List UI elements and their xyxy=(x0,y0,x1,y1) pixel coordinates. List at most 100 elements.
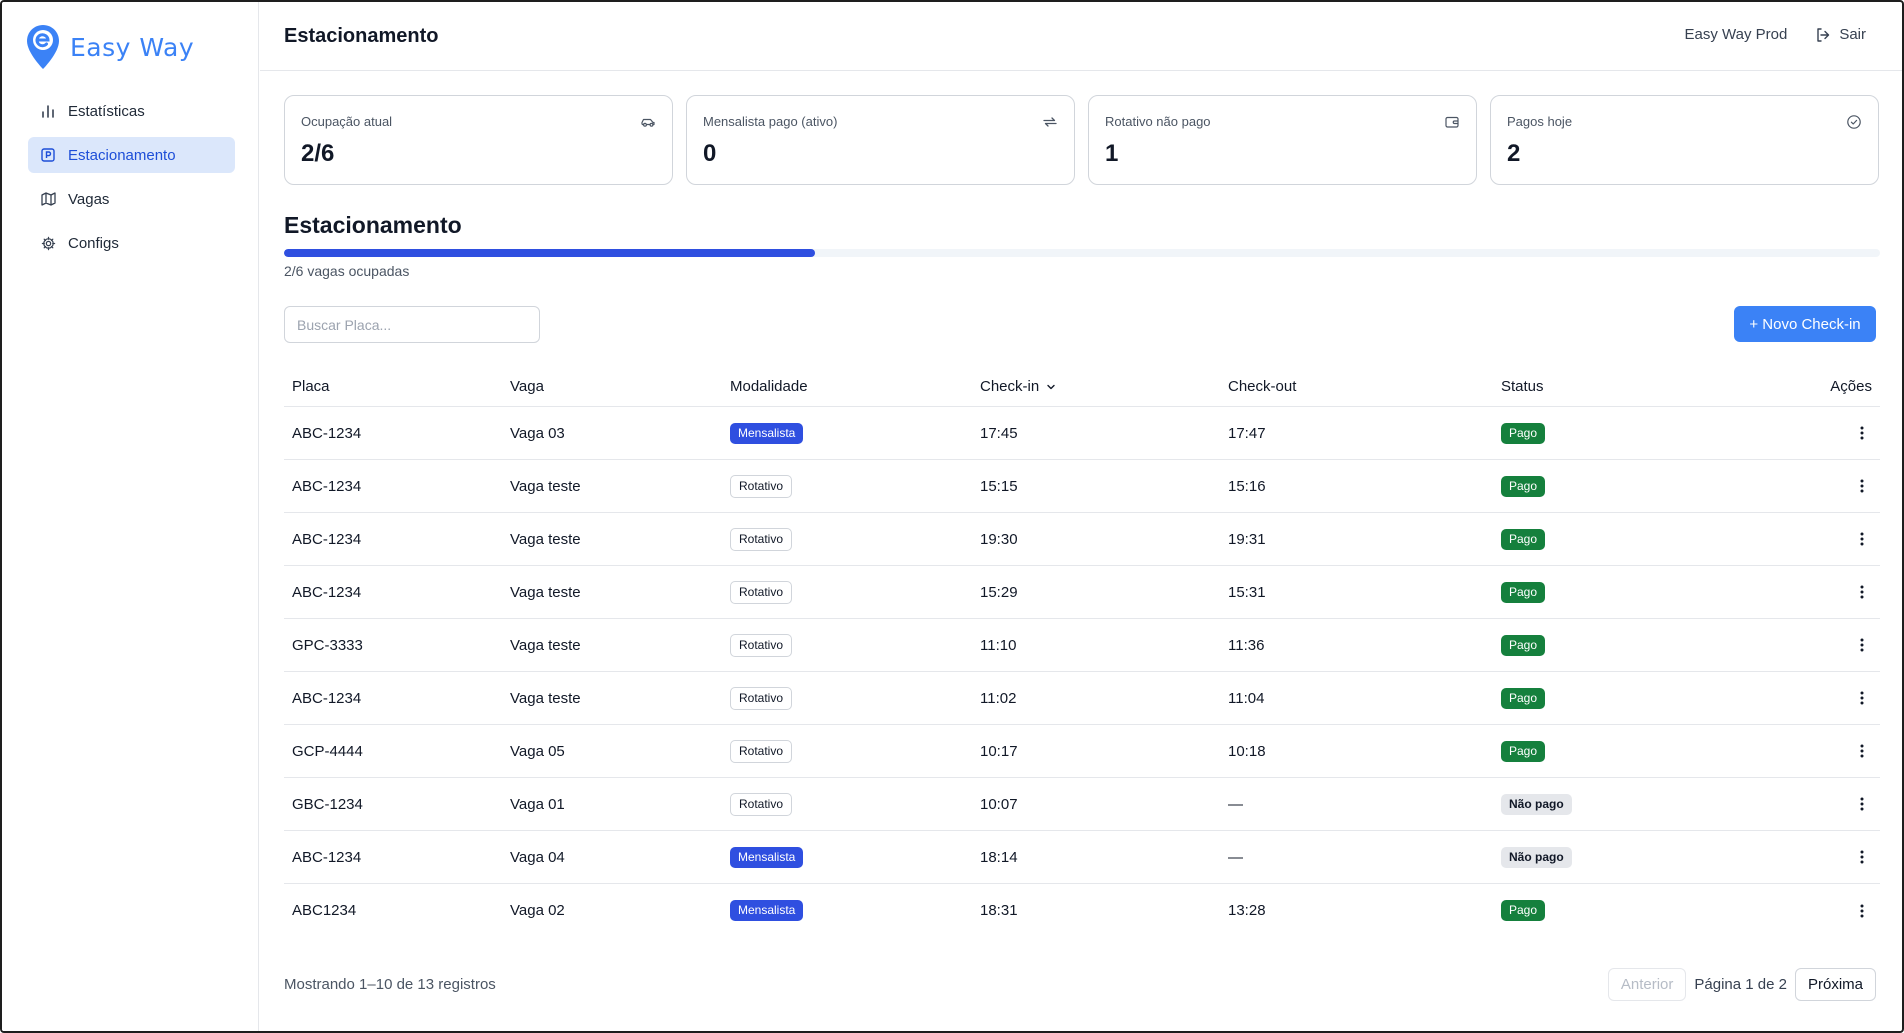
column-header-placa: Placa xyxy=(292,378,330,395)
status-badge: Pago xyxy=(1501,581,1546,603)
brand-logo[interactable]: Easy Way xyxy=(26,24,194,70)
row-actions-button[interactable] xyxy=(1852,847,1872,867)
row-actions-button[interactable] xyxy=(1852,529,1872,549)
header-actions: Easy Way Prod Sair xyxy=(1685,26,1867,43)
sidebar-item-estacionamento[interactable]: Estacionamento xyxy=(28,137,235,173)
cell-acoes xyxy=(1801,582,1880,602)
cell-placa: ABC-1234 xyxy=(292,530,362,548)
table-row[interactable]: GCP-4444 Vaga 05 Rotativo 10:17 10:18 Pago xyxy=(284,725,1880,778)
status-badge: Não pago xyxy=(1501,793,1572,815)
organization-name[interactable]: Easy Way Prod xyxy=(1685,26,1788,43)
cell-vaga: Vaga 02 xyxy=(510,902,565,919)
cell-modalidade: Rotativo xyxy=(730,792,980,816)
chevron-down-icon xyxy=(1047,384,1055,389)
table-header: Placa Vaga Modalidade Check-in Check-out… xyxy=(284,367,1880,407)
next-page-button[interactable]: Próxima xyxy=(1794,968,1876,1001)
cell-placa: ABC-1234 xyxy=(292,477,362,495)
cell-modalidade: Mensalista xyxy=(730,846,980,868)
table-row[interactable]: ABC1234 Vaga 02 Mensalista 18:31 13:28 Pago xyxy=(284,884,1880,937)
stat-card-mensalista: Mensalista pago (ativo) 0 xyxy=(686,95,1075,185)
cell-checkout: 11:36 xyxy=(1228,636,1265,654)
status-badge: Pago xyxy=(1501,475,1546,497)
modalidade-badge: Mensalista xyxy=(730,900,804,921)
records-summary: Mostrando 1–10 de 13 registros xyxy=(284,976,496,993)
more-vertical-icon xyxy=(1860,585,1864,599)
sidebar-item-estatisticas[interactable]: Estatísticas xyxy=(28,93,235,129)
modalidade-badge: Rotativo xyxy=(730,580,793,604)
sidebar-item-label: Estatísticas xyxy=(68,102,145,120)
logout-icon xyxy=(1817,27,1830,42)
cell-modalidade: Rotativo xyxy=(730,739,980,763)
stat-card-ocupacao: Ocupação atual 2/6 xyxy=(284,95,673,185)
stat-card-pagos-hoje: Pagos hoje 2 xyxy=(1490,95,1879,185)
sidebar-item-configs[interactable]: Configs xyxy=(28,225,235,261)
previous-page-button[interactable]: Anterior xyxy=(1607,968,1687,1001)
row-actions-button[interactable] xyxy=(1852,635,1872,655)
row-actions-button[interactable] xyxy=(1852,688,1872,708)
table-row[interactable]: ABC-1234 Vaga teste Rotativo 15:15 15:16 Pago xyxy=(284,460,1880,513)
more-vertical-icon xyxy=(1860,479,1864,493)
sidebar: Easy Way Estatísticas Estacionamento Vag… xyxy=(2,2,259,1031)
cell-status: Pago xyxy=(1501,900,1801,921)
modalidade-badge: Rotativo xyxy=(730,633,793,657)
status-badge: Pago xyxy=(1501,687,1546,709)
new-checkin-button[interactable]: + Novo Check-in xyxy=(1734,306,1876,342)
stat-value: 2 xyxy=(1507,140,1521,167)
modalidade-badge: Rotativo xyxy=(730,527,793,551)
logout-button[interactable]: Sair xyxy=(1815,26,1866,43)
cell-checkout: 13:28 xyxy=(1228,902,1266,919)
sidebar-item-label: Estacionamento xyxy=(68,146,176,164)
table-row[interactable]: ABC-1234 Vaga teste Rotativo 11:02 11:04 Pago xyxy=(284,672,1880,725)
cell-checkin: 11:02 xyxy=(980,689,1017,707)
row-actions-button[interactable] xyxy=(1852,901,1872,921)
cell-checkin: 15:15 xyxy=(980,477,1018,495)
modalidade-badge: Rotativo xyxy=(730,792,793,816)
column-header-checkin[interactable]: Check-in xyxy=(980,378,1228,395)
cell-checkin: 10:17 xyxy=(980,742,1018,760)
row-actions-button[interactable] xyxy=(1852,476,1872,496)
cell-acoes xyxy=(1801,476,1880,496)
cell-checkout: 10:18 xyxy=(1228,742,1266,760)
table-row[interactable]: GBC-1234 Vaga 01 Rotativo 10:07 — Não pago xyxy=(284,778,1880,831)
logout-label: Sair xyxy=(1839,26,1866,43)
cell-checkout: 11:04 xyxy=(1228,689,1265,707)
search-plate-input[interactable] xyxy=(284,306,540,343)
table-row[interactable]: ABC-1234 Vaga teste Rotativo 15:29 15:31 Pago xyxy=(284,566,1880,619)
row-actions-button[interactable] xyxy=(1852,582,1872,602)
table-row[interactable]: ABC-1234 Vaga 03 Mensalista 17:45 17:47 Pago xyxy=(284,407,1880,460)
column-header-status: Status xyxy=(1501,378,1544,395)
parking-icon xyxy=(40,147,56,163)
column-header-checkin-label: Check-in xyxy=(980,378,1040,395)
row-actions-button[interactable] xyxy=(1852,741,1872,761)
occupancy-progress-bar xyxy=(284,249,1880,257)
cell-acoes xyxy=(1801,901,1880,921)
row-actions-button[interactable] xyxy=(1852,423,1872,443)
cell-vaga: Vaga 01 xyxy=(510,795,565,813)
modalidade-badge: Mensalista xyxy=(730,846,804,868)
cell-placa: ABC1234 xyxy=(292,902,357,919)
modalidade-badge: Mensalista xyxy=(730,422,804,444)
car-icon xyxy=(641,118,655,127)
row-actions-button[interactable] xyxy=(1852,794,1872,814)
cell-status: Pago xyxy=(1501,422,1801,444)
column-header-acoes: Ações xyxy=(1830,378,1872,395)
map-icon xyxy=(40,191,56,207)
section-title: Estacionamento xyxy=(284,212,462,238)
cell-status: Não pago xyxy=(1501,846,1801,868)
cell-modalidade: Rotativo xyxy=(730,633,980,657)
more-vertical-icon xyxy=(1860,904,1864,917)
app-window: Easy Way Estatísticas Estacionamento Vag… xyxy=(0,0,1904,1033)
sidebar-item-label: Vagas xyxy=(68,190,110,208)
cell-checkin: 15:29 xyxy=(980,583,1018,601)
table-row[interactable]: ABC-1234 Vaga teste Rotativo 19:30 19:31 Pago xyxy=(284,513,1880,566)
cell-status: Pago xyxy=(1501,687,1801,709)
cell-placa: ABC-1234 xyxy=(292,848,362,866)
table-row[interactable]: GPC-3333 Vaga teste Rotativo 11:10 11:36 Pago xyxy=(284,619,1880,672)
table-row[interactable]: ABC-1234 Vaga 04 Mensalista 18:14 — Não pago xyxy=(284,831,1880,884)
status-badge: Não pago xyxy=(1501,846,1572,868)
cell-status: Pago xyxy=(1501,475,1801,497)
cell-placa: GCP-4444 xyxy=(292,742,363,760)
more-vertical-icon xyxy=(1860,850,1864,864)
column-header-checkout: Check-out xyxy=(1228,378,1297,395)
sidebar-item-vagas[interactable]: Vagas xyxy=(28,181,235,217)
